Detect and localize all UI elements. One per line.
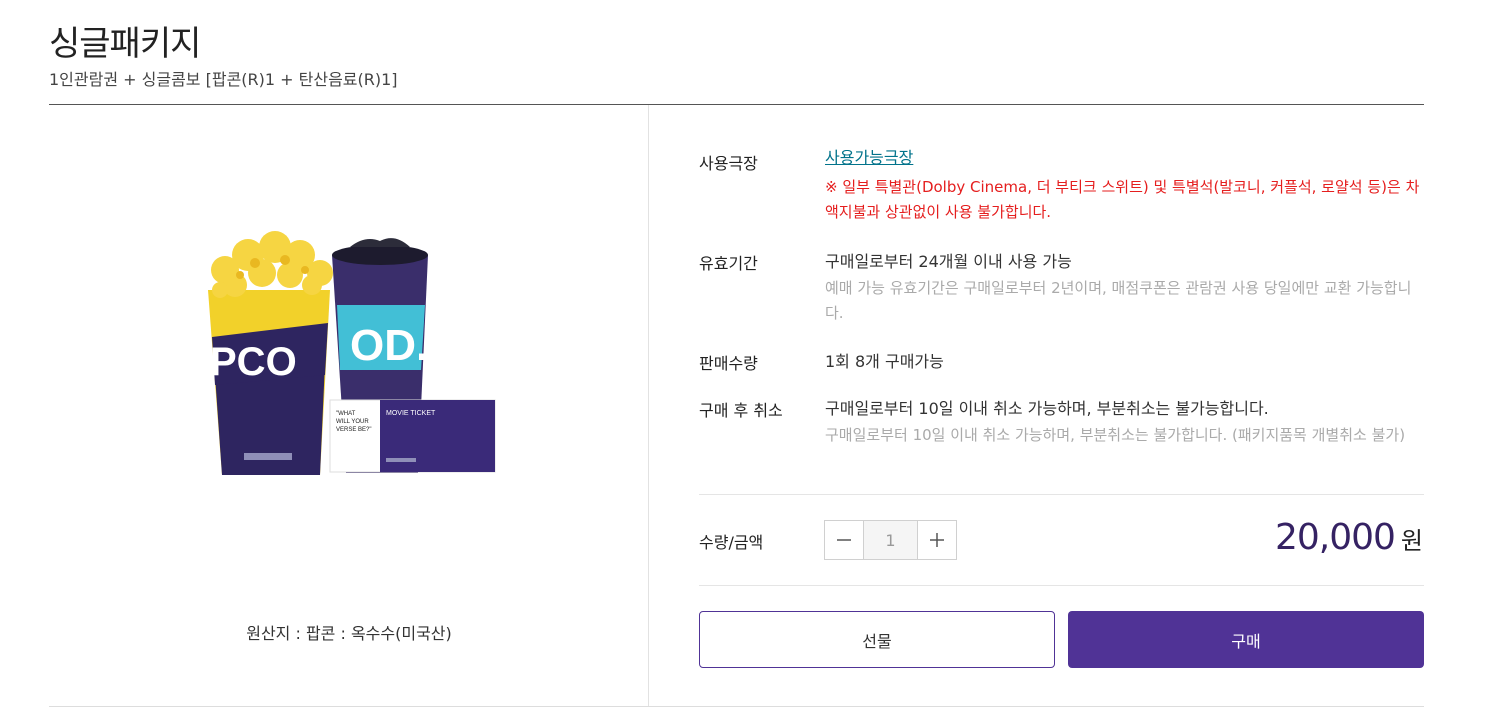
cancel-value: 구매일로부터 10일 이내 취소 가능하며, 부분취소는 불가능합니다. bbox=[825, 399, 1269, 418]
price-divider bbox=[699, 585, 1424, 586]
svg-text:VERSE BE?": VERSE BE?" bbox=[336, 427, 371, 433]
svg-text:WILL YOUR: WILL YOUR bbox=[336, 419, 369, 425]
minus-icon bbox=[837, 539, 851, 541]
validity-label: 유효기간 bbox=[699, 254, 758, 273]
svg-text:PCO: PCO bbox=[210, 340, 297, 384]
info-divider bbox=[699, 494, 1424, 495]
theater-label: 사용극장 bbox=[699, 154, 758, 173]
cancel-label: 구매 후 취소 bbox=[699, 401, 783, 420]
cancel-row: 구매 후 취소 구매일로부터 10일 이내 취소 가능하며, 부분취소는 불가능… bbox=[699, 396, 1424, 476]
origin-info: 원산지 : 팝콘 : 옥수수(미국산) bbox=[246, 624, 452, 643]
svg-text:"WHAT: "WHAT bbox=[336, 411, 356, 417]
theater-row: 사용극장 사용가능극장 ※ 일부 특별관(Dolby Cinema, 더 부티크… bbox=[699, 145, 1424, 235]
sale-qty-value: 1회 8개 구매가능 bbox=[825, 352, 944, 371]
cancel-note: 구매일로부터 10일 이내 취소 가능하며, 부분취소는 불가합니다. (패키지… bbox=[825, 426, 1406, 444]
validity-value: 구매일로부터 24개월 이내 사용 가능 bbox=[825, 252, 1072, 271]
price-currency: 원 bbox=[1400, 527, 1423, 555]
decrease-button[interactable] bbox=[825, 521, 863, 559]
svg-text:MOVIE TICKET: MOVIE TICKET bbox=[386, 410, 436, 417]
quantity-value[interactable]: 1 bbox=[863, 521, 918, 559]
page-subtitle: 1인관람권 + 싱글콤보 [팝콘(R)1 + 탄산음료(R)1] bbox=[49, 70, 398, 89]
buy-button[interactable]: 구매 bbox=[1068, 611, 1424, 668]
sale-qty-row: 판매수량 1회 8개 구매가능 bbox=[699, 349, 1424, 379]
available-theaters-link[interactable]: 사용가능극장 bbox=[825, 145, 1421, 170]
header-divider bbox=[49, 104, 1424, 105]
qty-label: 수량/금액 bbox=[699, 533, 764, 552]
movie-ticket-icon: "WHAT WILL YOUR VERSE BE?" MOVIE TICKET bbox=[329, 399, 496, 473]
validity-row: 유효기간 구매일로부터 24개월 이내 사용 가능 예매 가능 유효기간은 구매… bbox=[699, 249, 1424, 329]
theater-notice: ※ 일부 특별관(Dolby Cinema, 더 부티크 스위트) 및 특별석(… bbox=[825, 178, 1420, 221]
sale-qty-label: 판매수량 bbox=[699, 354, 758, 373]
increase-button[interactable] bbox=[918, 521, 956, 559]
validity-note: 예매 가능 유효기간은 구매일로부터 2년이며, 매점쿠폰은 관람권 사용 당일… bbox=[825, 279, 1412, 322]
product-image: OD. PCO "WHAT WILL YOUR VERSE BE?" MOVIE… bbox=[200, 225, 500, 485]
plus-icon bbox=[930, 533, 944, 547]
popcorn-cup-icon: PCO bbox=[208, 231, 333, 475]
svg-text:OD.: OD. bbox=[350, 321, 428, 370]
price-amount: 20,000 bbox=[1274, 517, 1396, 558]
footer-divider bbox=[49, 706, 1424, 707]
page-title: 싱글패키지 bbox=[49, 24, 201, 64]
gift-button[interactable]: 선물 bbox=[699, 611, 1055, 668]
quantity-stepper: 1 bbox=[824, 520, 957, 560]
total-price: 20,000 원 bbox=[1275, 517, 1423, 558]
column-divider bbox=[648, 105, 649, 706]
